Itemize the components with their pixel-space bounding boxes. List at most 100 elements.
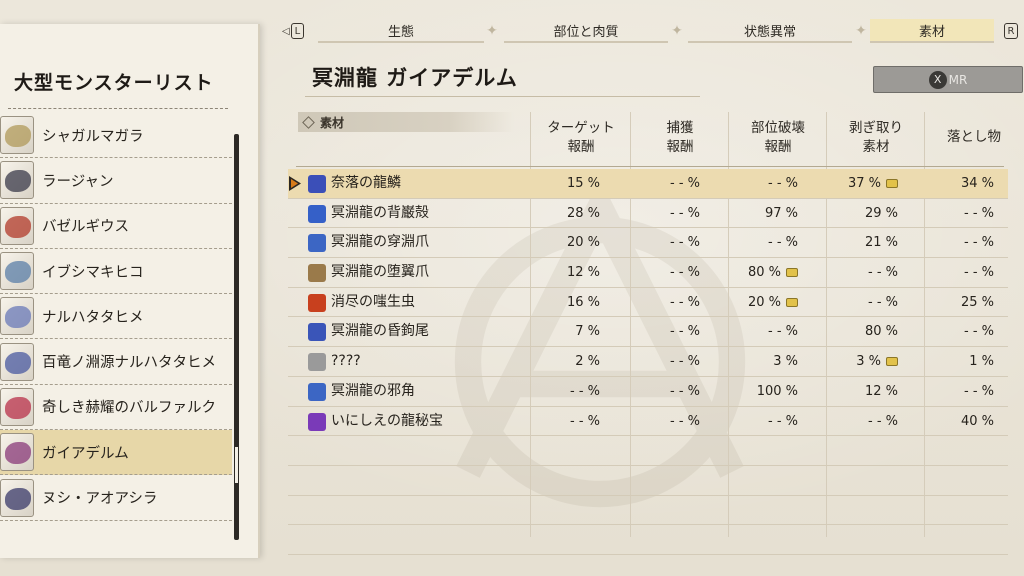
rate-cell: 20 % <box>567 228 600 257</box>
tab-materials[interactable]: 素材 <box>870 19 994 43</box>
monster-list-item[interactable]: 百竜ノ淵源ナルハタタヒメ <box>0 339 232 385</box>
monster-name: ナルハタタヒメ <box>42 309 144 326</box>
monster-list-item[interactable]: ガイアデルム <box>0 430 232 476</box>
col-header-break: 部位破壊 報酬 <box>730 119 826 163</box>
rate-cell: 97 % <box>765 199 798 228</box>
monster-name: ガイアデルム <box>42 445 129 462</box>
rate-value: - - % <box>768 324 798 340</box>
material-row[interactable]: 消尽の嗤生虫 16 % - - % 20 % - - % 25 % <box>288 288 1008 318</box>
treasure-icon <box>308 412 326 431</box>
rate-cell: - - % <box>768 317 798 346</box>
rate-cell: 12 % <box>865 377 898 406</box>
tab-next-key[interactable]: R <box>1000 21 1022 41</box>
monster-name: 百竜ノ淵源ナルハタタヒメ <box>42 355 216 372</box>
empty-table-row <box>288 466 1008 496</box>
rate-value: - - % <box>570 413 600 429</box>
rate-value: - - % <box>964 235 994 251</box>
rate-value: 20 % <box>747 294 781 310</box>
title-underline <box>305 96 700 97</box>
material-row[interactable]: 冥淵龍の邪角 - - % - - % 100 % 12 % - - % <box>288 377 1008 407</box>
tab-ecology[interactable]: 生態 <box>318 19 484 43</box>
x-button-icon: X <box>928 70 947 89</box>
material-name: 冥淵龍の堕翼爪 <box>331 264 429 281</box>
material-row[interactable]: ???? 2 % - - % 3 % 3 % 1 % <box>288 347 1008 377</box>
rate-cell: - - % <box>670 288 700 317</box>
monster-list-item[interactable]: ナルハタタヒメ <box>0 294 232 340</box>
material-row[interactable]: 冥淵龍の背巌殻 28 % - - % 97 % 29 % - - % <box>288 199 1008 229</box>
rate-value: - - % <box>670 294 700 310</box>
rate-value: 16 % <box>566 294 600 310</box>
monster-gaismagorm-icon <box>0 433 34 472</box>
tab-ailments[interactable]: 状態異常 <box>688 19 852 43</box>
rate-cell: 2 % <box>575 347 600 376</box>
rate-value: - - % <box>964 205 994 221</box>
rate-value: 29 % <box>864 205 898 221</box>
monster-name: ラージャン <box>42 173 114 190</box>
monster-list-item[interactable]: バゼルギウス <box>0 204 232 249</box>
material-row[interactable]: 冥淵龍の穿淵爪 20 % - - % - - % 21 % - - % <box>288 228 1008 259</box>
rate-value: - - % <box>670 265 700 281</box>
rate-value: 12 % <box>864 383 898 399</box>
monster-valstrax-icon <box>0 387 34 426</box>
rate-value: 3 % <box>856 354 881 370</box>
monster-name: バゼルギウス <box>42 219 129 236</box>
monster-narwa-icon <box>0 297 34 336</box>
rate-cell: - - % <box>670 228 700 257</box>
material-name: 奈落の龍鱗 <box>331 175 401 191</box>
monster-list-item[interactable]: シャガルマガラ <box>0 113 232 159</box>
rate-value: - - % <box>964 265 994 281</box>
mr-toggle-button[interactable]: X MR <box>873 66 1023 93</box>
bug-icon <box>308 293 326 312</box>
monster-list-item[interactable]: ラージャン <box>0 158 232 204</box>
col-header-line: 素材 <box>862 139 890 155</box>
rate-cell: 80 % <box>748 258 798 287</box>
empty-table-row <box>288 436 1008 466</box>
rate-cell: 20 % <box>748 288 798 317</box>
rate-value: - - % <box>868 294 898 310</box>
rate-cell: - - % <box>670 258 700 287</box>
unknown-icon <box>308 353 326 372</box>
col-header-line: 部位破壊 <box>751 120 805 136</box>
list-scrollbar-thumb[interactable] <box>235 447 238 483</box>
tab-bar: ◁ L 生態 ✦ 部位と肉質 ✦ 状態異常 ✦ 素材 R <box>282 19 1024 45</box>
title-divider <box>8 108 228 109</box>
rate-cell: - - % <box>570 377 600 406</box>
monster-list-item[interactable]: 奇しき赫耀のバルファルク <box>0 385 232 431</box>
col-header-line: 捕獲 <box>666 120 694 136</box>
rate-cell: - - % <box>868 258 898 287</box>
rate-cell: - - % <box>670 347 700 376</box>
rate-value: 80 % <box>864 324 898 340</box>
rate-value: - - % <box>670 235 700 251</box>
rate-cell: 100 % <box>757 377 798 406</box>
rate-cell: - - % <box>964 317 994 346</box>
monster-list-item[interactable]: イブシマキヒコ <box>0 249 232 295</box>
rate-cell: - - % <box>868 288 898 317</box>
rate-cell: 16 % <box>567 288 600 317</box>
rate-value: - - % <box>670 413 700 429</box>
rate-value: 80 % <box>747 265 781 281</box>
monster-list-item[interactable]: ヌシ・アオアシラ <box>0 475 232 521</box>
rate-value: - - % <box>868 413 898 429</box>
reward-note-icon <box>786 268 798 278</box>
horn-icon <box>308 382 326 401</box>
material-row[interactable]: 冥淵龍の堕翼爪 12 % - - % 80 % - - % - - % <box>288 258 1008 288</box>
monster-name: 奇しき赫耀のバルファルク <box>42 400 216 417</box>
claw-icon <box>308 234 326 253</box>
tab-parts[interactable]: 部位と肉質 <box>504 19 668 43</box>
monster-name: ヌシ・アオアシラ <box>42 491 158 508</box>
table-header-rule <box>296 166 1004 167</box>
material-row[interactable]: 冥淵龍の昏鉤尾 7 % - - % - - % 80 % - - % <box>288 317 1008 348</box>
rate-cell: - - % <box>964 258 994 287</box>
rate-value: 15 % <box>566 176 600 191</box>
rate-value: - - % <box>570 383 600 399</box>
rate-cell: 3 % <box>773 347 798 376</box>
rate-value: 100 % <box>756 383 798 399</box>
triangle-left-icon: ◁ <box>282 25 290 37</box>
rate-cell: - - % <box>964 199 994 228</box>
tab-prev-key[interactable]: ◁ L <box>282 21 304 41</box>
material-row[interactable]: いにしえの龍秘宝 - - % - - % - - % - - % 40 % <box>288 407 1008 437</box>
empty-table-row <box>288 496 1008 526</box>
rate-value: - - % <box>670 324 700 340</box>
material-row[interactable]: 奈落の龍鱗 15 % - - % - - % 37 % 34 % <box>288 169 1008 199</box>
material-name: 消尽の嗤生虫 <box>331 293 415 310</box>
